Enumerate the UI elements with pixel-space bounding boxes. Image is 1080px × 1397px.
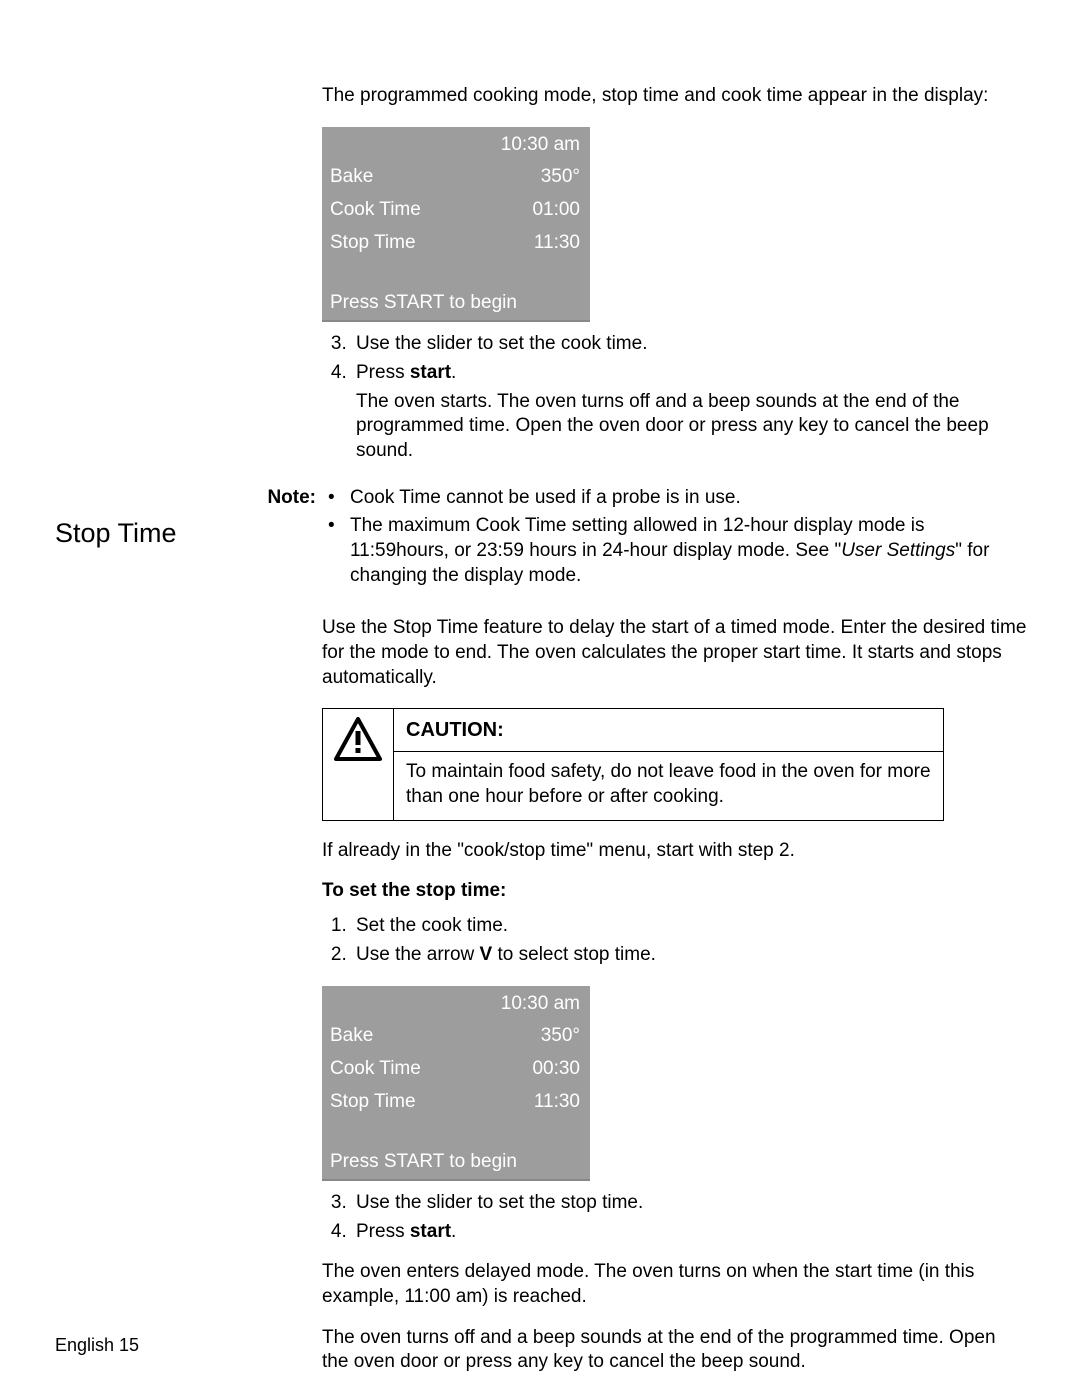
step-3: Use the slider to set the stop time. — [352, 1191, 1027, 1216]
step-body: The oven starts. The oven turns off and … — [356, 390, 1027, 464]
display-mode-label: Bake — [330, 1024, 373, 1049]
display-footer: Press START to begin — [322, 1146, 590, 1179]
already-in-text: If already in the "cook/stop time" menu,… — [322, 839, 1027, 864]
display-stoptime-label: Stop Time — [330, 1090, 416, 1115]
tail-para-1: The oven enters delayed mode. The oven t… — [322, 1260, 1027, 1309]
step-text-prefix: Press — [356, 1221, 410, 1242]
step-text-suffix: . — [451, 362, 456, 383]
steps-list-c: Use the slider to set the stop time. Pre… — [322, 1191, 1027, 1244]
display-clock: 10:30 am — [501, 992, 580, 1017]
stop-time-column: Use the Stop Time feature to delay the s… — [322, 616, 1027, 1375]
display-cooktime-label: Cook Time — [330, 198, 421, 223]
warning-icon — [334, 717, 382, 761]
oven-display-panel-1: 10:30 am Bake 350° Cook Time 01:00 Stop … — [322, 127, 590, 322]
step-text-a: Use the arrow — [356, 944, 480, 965]
step-text-suffix: . — [451, 1221, 456, 1242]
display-mode-label: Bake — [330, 165, 373, 190]
step-1: Set the cook time. — [352, 914, 1027, 939]
note-text: Cook Time cannot be used if a probe is i… — [350, 487, 741, 508]
display-stoptime-value: 11:30 — [534, 231, 580, 256]
step-3: Use the slider to set the cook time. — [352, 332, 1027, 357]
section-heading-stop-time: Stop Time — [55, 516, 177, 551]
step-4: Press start. The oven starts. The oven t… — [352, 361, 1027, 464]
stop-time-intro: Use the Stop Time feature to delay the s… — [322, 616, 1027, 690]
display-mode-value: 350° — [541, 165, 580, 190]
step-text-bold: start — [410, 362, 451, 383]
note-block: Note: Cook Time cannot be used if a prob… — [322, 486, 1027, 593]
caution-body: To maintain food safety, do not leave fo… — [394, 752, 943, 819]
note-bullets: Cook Time cannot be used if a probe is i… — [322, 486, 1027, 593]
content-column: The programmed cooking mode, stop time a… — [322, 84, 1027, 592]
step-text-bold: V — [480, 944, 493, 965]
steps-list-b: Set the cook time. Use the arrow V to se… — [322, 914, 1027, 967]
display-clock: 10:30 am — [501, 133, 580, 158]
tail-para-2: The oven turns off and a beep sounds at … — [322, 1326, 1027, 1375]
step-text-bold: start — [410, 1221, 451, 1242]
set-stop-heading: To set the stop time: — [322, 879, 1027, 904]
note-label: Note: — [260, 486, 322, 593]
step-text: Set the cook time. — [356, 915, 508, 936]
manual-page: The programmed cooking mode, stop time a… — [0, 0, 1080, 1397]
caution-box: CAUTION: To maintain food safety, do not… — [322, 708, 944, 820]
step-text-prefix: Press — [356, 362, 410, 383]
display-stoptime-label: Stop Time — [330, 231, 416, 256]
display-cooktime-value: 00:30 — [532, 1057, 580, 1082]
step-text-b: to select stop time. — [492, 944, 656, 965]
caution-title: CAUTION: — [394, 709, 943, 752]
display-cooktime-label: Cook Time — [330, 1057, 421, 1082]
display-cooktime-value: 01:00 — [532, 198, 580, 223]
display-stoptime-value: 11:30 — [534, 1090, 580, 1115]
step-4: Press start. — [352, 1220, 1027, 1245]
oven-display-panel-2: 10:30 am Bake 350° Cook Time 00:30 Stop … — [322, 986, 590, 1181]
step-text: Use the slider to set the stop time. — [356, 1192, 643, 1213]
display-mode-value: 350° — [541, 1024, 580, 1049]
caution-icon-cell — [323, 709, 394, 819]
display-footer: Press START to begin — [322, 287, 590, 320]
steps-list-a: Use the slider to set the cook time. Pre… — [322, 332, 1027, 463]
note-text-italic: User Settings — [841, 540, 955, 561]
page-footer: English 15 — [55, 1334, 139, 1357]
step-2: Use the arrow V to select stop time. — [352, 943, 1027, 968]
step-text: Use the slider to set the cook time. — [356, 333, 647, 354]
note-bullet-1: Cook Time cannot be used if a probe is i… — [322, 486, 1027, 511]
note-bullet-2: The maximum Cook Time setting allowed in… — [322, 514, 1027, 588]
intro-text: The programmed cooking mode, stop time a… — [322, 84, 1027, 109]
note-text-a: The maximum Cook Time setting allowed in… — [350, 515, 924, 561]
